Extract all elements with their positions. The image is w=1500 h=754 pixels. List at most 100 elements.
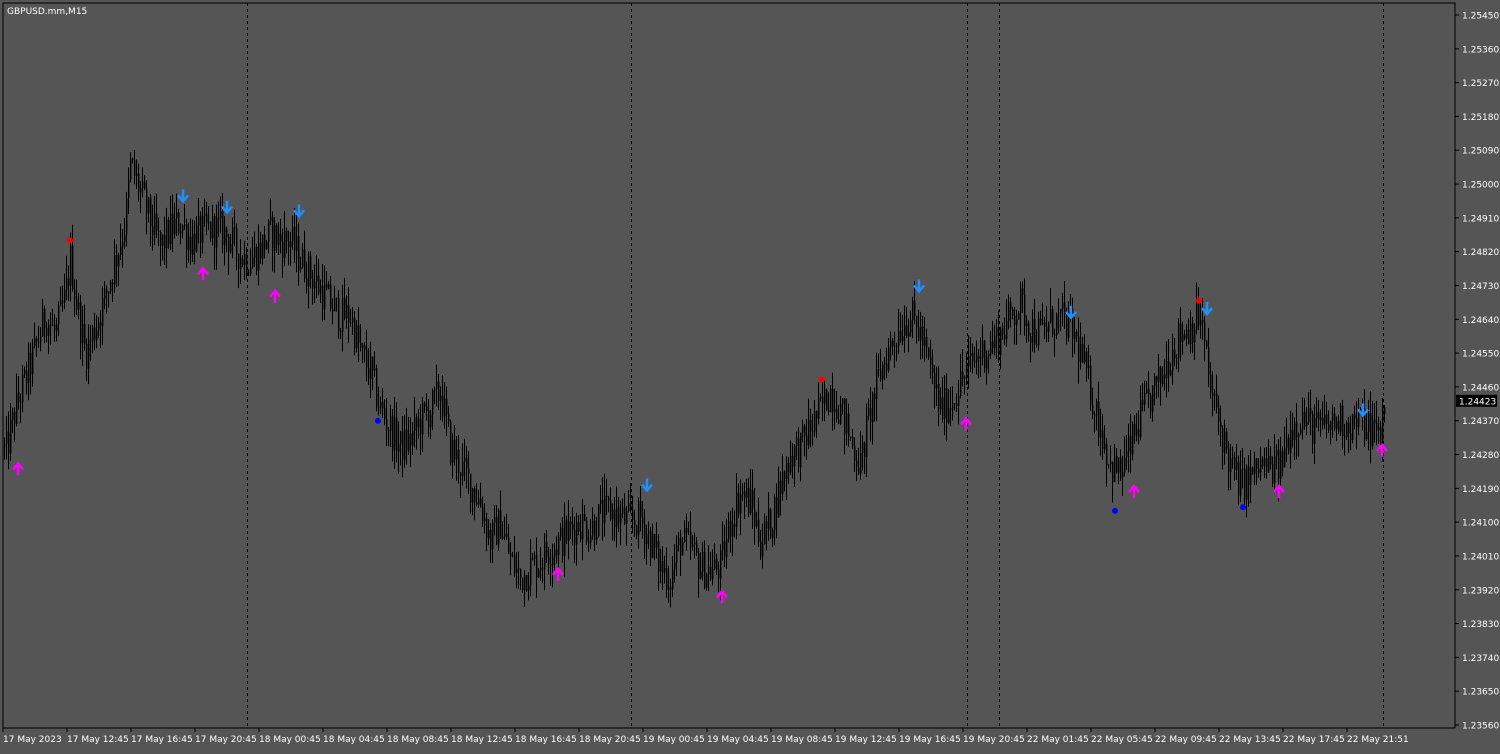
candle-body [1302,411,1304,430]
candle-body [24,370,26,375]
candle-body [190,236,192,255]
candle-body [1354,414,1356,419]
candle-body [476,502,478,505]
candle-body [1036,344,1038,346]
candle-body [692,544,694,547]
candle-body [768,509,770,529]
candle-body [578,522,580,532]
candle-body [1308,408,1310,423]
candle-body [152,226,154,235]
candle-body [1314,418,1316,444]
symbol-label: GBPUSD.mm,M15 [7,7,87,17]
candle-body [338,298,340,332]
price-chart[interactable]: 1.25450 1.25360 1.25270 1.25180 1.25090 1.250… [0,0,1500,750]
candle-body [8,431,10,454]
candle-body [788,462,790,473]
candle-body [1168,361,1170,376]
candle-body [1252,467,1254,475]
candle-body [272,216,274,251]
candle-body [928,347,930,357]
candle-body [32,345,34,375]
candle-body [906,325,908,337]
candle-body [116,255,118,266]
candle-body [634,519,636,526]
candle-body [1214,393,1216,396]
candle-body [688,531,690,533]
candle-body [522,577,524,591]
time-tick-label: 18 May 12:45 [451,735,513,745]
candle-body [656,541,658,548]
candle-body [282,241,284,258]
candle-body [244,253,246,266]
candle-body [212,215,214,239]
candle-body [628,504,630,511]
price-tag-label: 1.24423 [1459,397,1496,407]
candle-body [804,425,806,436]
candle-body [482,507,484,522]
candle-body [818,397,820,419]
candle-body [994,336,996,349]
price-tick-label: 1.23830 [1462,620,1499,630]
candle-body [1056,313,1058,336]
candle-body [940,397,942,410]
blue-dot-marker [375,417,381,424]
candle-body [610,500,612,520]
candle-body [794,445,796,467]
time-axis[interactable]: 17 May 2023 17 May 12:45 17 May 16:45 17 Ma… [2,728,1409,745]
candle-body [984,340,986,369]
candle-body [920,326,922,341]
candle-body [232,227,234,245]
candle-body [1220,421,1222,428]
candle-body [278,233,280,245]
candle-body [714,558,716,569]
candle-body [48,324,50,336]
candle-body [428,410,430,428]
buy-signal-arrow-icon [1128,484,1140,499]
candle-body [970,352,972,356]
candle-body [544,542,546,569]
candle-body [1074,331,1076,339]
candle-body [904,325,906,337]
candle-body [974,360,976,362]
candle-body [844,398,846,434]
candle-body [1140,399,1142,438]
candle-body [174,218,176,235]
candle-body [1040,318,1042,325]
candle-body [1126,451,1128,458]
candle-body [1208,347,1210,375]
candle-body [1330,420,1332,431]
candle-body [532,558,534,560]
candle-body [242,258,244,266]
candle-body [992,341,994,349]
candle-body [1164,374,1166,379]
candle-body [334,297,336,312]
candle-body [1190,323,1192,345]
price-axis[interactable]: 1.25450 1.25360 1.25270 1.25180 1.25090 1.250… [1455,12,1499,732]
candle-body [110,282,112,292]
candle-body [568,521,570,541]
candle-body [488,529,490,539]
candle-body [638,501,640,535]
candle-body [1154,376,1156,387]
candle-body [1250,467,1252,485]
candle-body [1350,433,1352,440]
candle-body [138,173,140,193]
candle-body [422,402,424,435]
candle-body [1286,438,1288,449]
candle-body [10,419,12,454]
session-separators [247,3,1384,728]
candle-body [70,245,72,286]
candle-body [968,355,970,367]
chart-window[interactable]: 1.25450 1.25360 1.25270 1.25180 1.25090 1.250… [0,0,1500,750]
candle-body [62,300,64,303]
candle-body [484,518,486,522]
candle-body [878,369,880,371]
candle-body [1046,326,1048,332]
candle-body [28,352,30,384]
candle-body [1348,422,1350,434]
candle-body [888,347,890,371]
candle-body [1090,365,1092,405]
candle-body [1124,457,1126,473]
candle-body [302,249,304,267]
candle-body [158,231,160,233]
